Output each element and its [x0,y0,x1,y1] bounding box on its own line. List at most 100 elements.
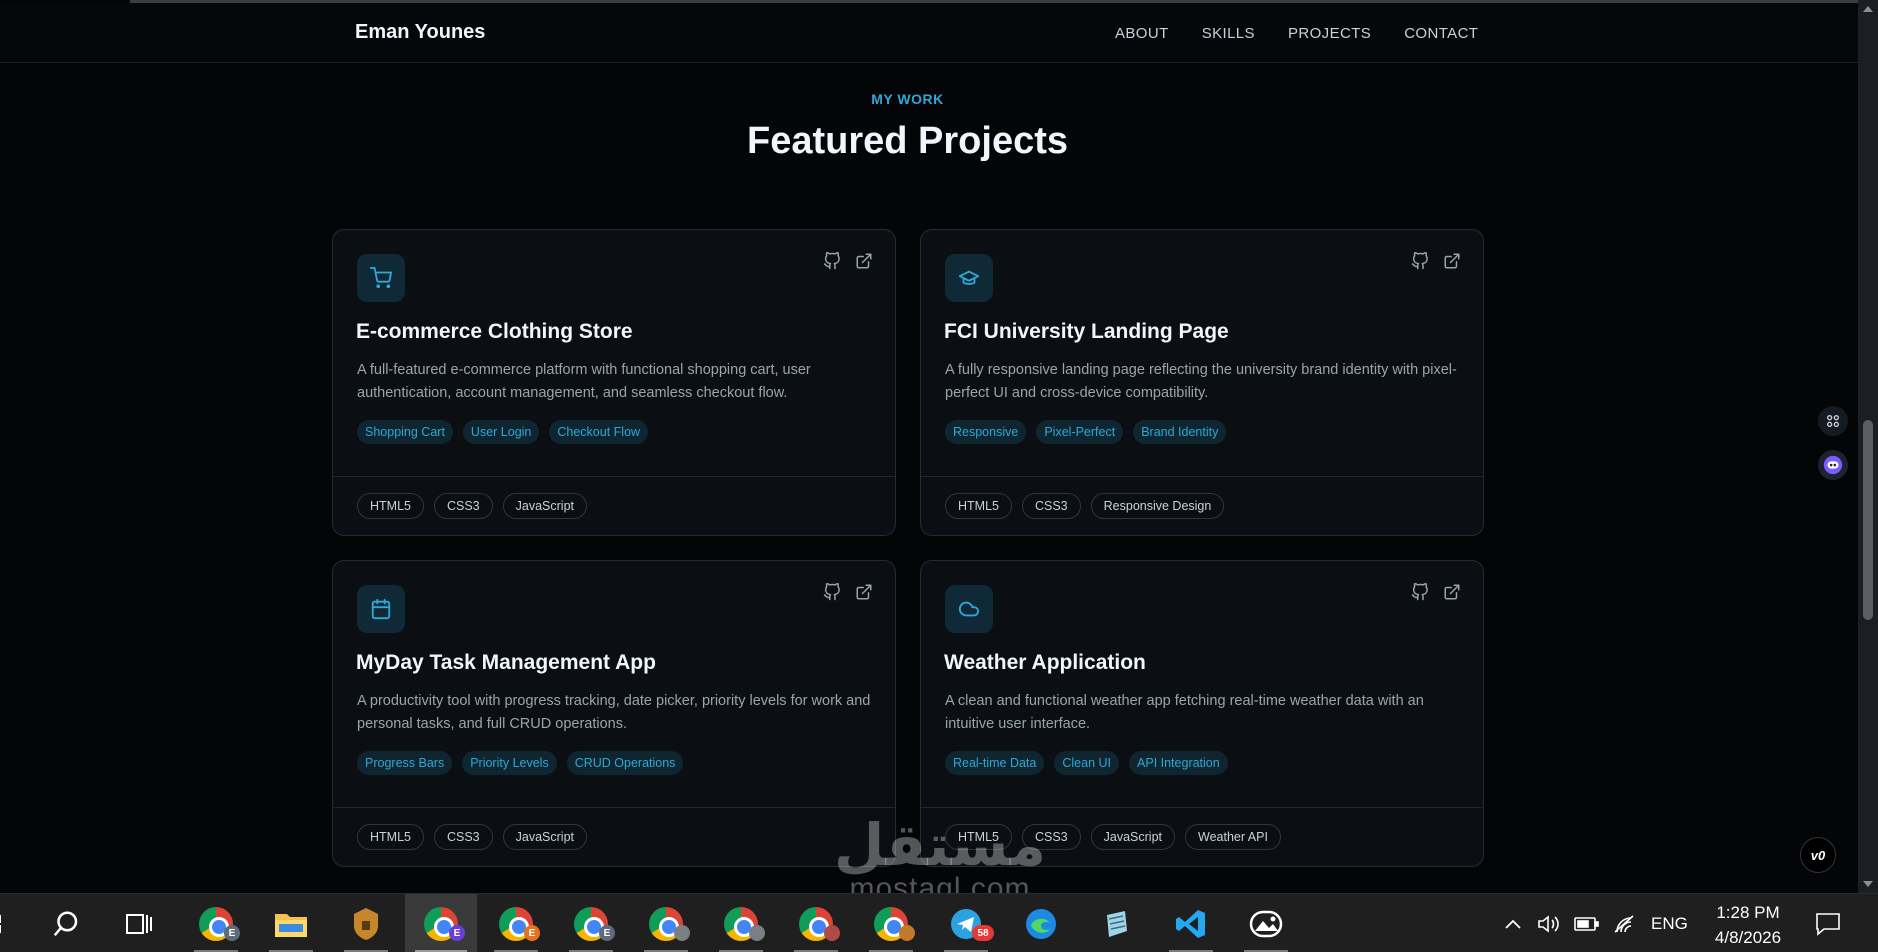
tech-tag: CSS3 [1021,824,1081,850]
system-clock[interactable]: 1:28 PM 4/8/2026 [1710,900,1786,950]
taskbar-chrome-6[interactable] [705,894,777,952]
taskbar-chrome-1[interactable]: E [180,894,252,952]
vscode-icon [1176,909,1205,938]
card-body: Weather Application A clean and function… [921,561,1483,808]
tech-tags: HTML5 CSS3 JavaScript Weather API [945,824,1281,850]
taskbar-chrome-4[interactable]: E [555,894,627,952]
task-view-icon[interactable] [103,894,175,952]
assistant-bot-icon[interactable] [1818,450,1848,480]
taskbar-vscode[interactable] [1155,894,1227,952]
clock-time: 1:28 PM [1716,903,1780,922]
volume-icon[interactable] [1537,894,1561,952]
taskbar-edge[interactable] [1005,894,1077,952]
card-actions [823,252,873,270]
project-card-myday: MyDay Task Management App A productivity… [332,560,896,867]
external-link-icon[interactable] [1443,583,1461,601]
tech-tags: HTML5 CSS3 JavaScript [357,824,587,850]
tech-tag: Weather API [1185,824,1281,850]
card-actions [823,583,873,601]
feature-tag: Progress Bars [357,751,453,775]
taskbar-chrome-7[interactable] [780,894,852,952]
feature-tag: API Integration [1129,751,1228,775]
taskbar-chrome-2[interactable]: E [405,894,477,952]
taskbar-chrome-8[interactable] [855,894,927,952]
graduation-cap-icon [945,254,993,302]
notification-badge: 58 [972,925,994,941]
nav-projects[interactable]: PROJECTS [1288,25,1371,42]
feature-tags: Responsive Pixel-Perfect Brand Identity [945,420,1227,444]
notification-center-icon[interactable] [1815,894,1841,952]
taskbar: E E E E 58 ENG 1:28 PM 4/8/2026 [0,893,1878,952]
start-button[interactable] [0,894,16,952]
github-icon[interactable] [1411,252,1429,270]
profile-avatar-icon [674,925,690,941]
tech-tags: HTML5 CSS3 JavaScript [357,493,587,519]
language-indicator[interactable]: ENG [1651,894,1688,952]
tech-tag: HTML5 [945,493,1012,519]
github-icon[interactable] [1411,583,1429,601]
show-hidden-icons-chevron-icon[interactable] [1504,894,1522,952]
card-actions [1411,583,1461,601]
taskbar-chrome-5[interactable] [630,894,702,952]
profile-avatar-icon [899,925,915,941]
taskbar-vpn-app[interactable] [330,894,402,952]
tech-tag: JavaScript [502,824,587,850]
external-link-icon[interactable] [855,583,873,601]
scroll-thumb[interactable] [1863,420,1873,620]
project-description: A productivity tool with progress tracki… [357,693,871,732]
extension-grid-icon[interactable] [1818,406,1848,436]
external-link-icon[interactable] [1443,252,1461,270]
lock-shield-icon [354,907,378,940]
taskbar-file-explorer[interactable] [255,894,327,952]
feature-tag: Responsive [945,420,1027,444]
card-actions [1411,252,1461,270]
tech-tags: HTML5 CSS3 Responsive Design [945,493,1225,519]
taskbar-photos[interactable] [1230,894,1302,952]
profile-badge: E [224,925,240,941]
taskbar-notes[interactable] [1080,894,1152,952]
cloud-icon [945,585,993,633]
feature-tag: Brand Identity [1133,420,1227,444]
clock-date: 4/8/2026 [1714,928,1782,947]
project-description: A full-featured e-commerce platform with… [357,362,811,401]
v0-badge[interactable]: v0 [1800,837,1836,873]
nav-about[interactable]: ABOUT [1115,25,1169,42]
folder-icon [275,913,307,937]
feature-tag: Real-time Data [945,751,1045,775]
github-icon[interactable] [823,252,841,270]
taskbar-telegram[interactable]: 58 [930,894,1002,952]
search-icon[interactable] [30,894,102,952]
project-title: Weather Application [944,651,1146,674]
battery-icon[interactable] [1574,894,1600,952]
tech-tag: Responsive Design [1090,493,1225,519]
photos-icon [1249,910,1283,937]
feature-tag: Checkout Flow [549,420,649,444]
notepad-icon [1107,910,1127,937]
nav-contact[interactable]: CONTACT [1404,25,1478,42]
nav-skills[interactable]: SKILLS [1202,25,1255,42]
tech-tag: CSS3 [433,493,493,519]
calendar-icon [357,585,405,633]
page-scrollbar[interactable] [1858,0,1878,893]
edge-icon [1026,908,1056,939]
taskbar-chrome-3[interactable]: E [480,894,552,952]
scroll-down-arrow-icon[interactable] [1863,881,1873,887]
github-icon[interactable] [823,583,841,601]
tech-tag: HTML5 [357,493,424,519]
project-card-ecommerce: E-commerce Clothing Store A full-feature… [332,229,896,536]
profile-avatar-icon [749,925,765,941]
feature-tag: Pixel-Perfect [1036,420,1124,444]
site-brand[interactable]: Eman Younes [355,21,485,44]
profile-avatar-icon [824,925,840,941]
card-body: FCI University Landing Page A fully resp… [921,230,1483,477]
tech-tag: CSS3 [433,824,493,850]
scroll-up-arrow-icon[interactable] [1863,6,1873,12]
external-link-icon[interactable] [855,252,873,270]
feature-tags: Progress Bars Priority Levels CRUD Opera… [357,751,684,775]
tech-tag: JavaScript [502,493,587,519]
project-title: E-commerce Clothing Store [356,320,633,343]
shopping-cart-icon [357,254,405,302]
project-card-fci: FCI University Landing Page A fully resp… [920,229,1484,536]
project-title: FCI University Landing Page [944,320,1229,343]
wifi-icon[interactable] [1612,894,1636,952]
